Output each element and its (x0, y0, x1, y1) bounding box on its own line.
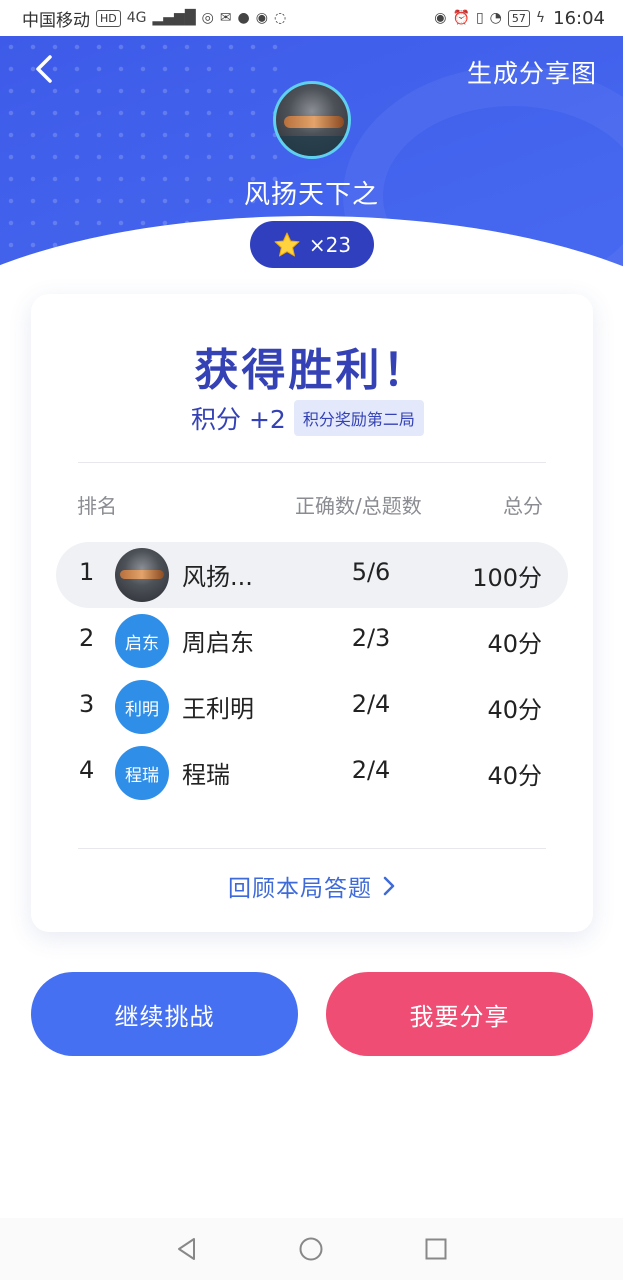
chevron-right-icon (383, 876, 395, 896)
rank-number: 3 (79, 690, 95, 718)
correct-ratio: 2/4 (351, 690, 391, 718)
circle-home-icon (299, 1237, 323, 1261)
column-header-correct-ratio: 正确数/总题数 (295, 494, 422, 518)
hd-icon: HD (96, 9, 121, 27)
correct-ratio: 5/6 (351, 558, 391, 586)
player-avatar: 利明 (115, 680, 169, 734)
total-score: 40分 (487, 696, 542, 724)
share-button[interactable]: 我要分享 (326, 972, 593, 1056)
eye-comfort-icon: ◉ (434, 10, 447, 26)
column-header-total: 总分 (503, 494, 543, 518)
total-score: 40分 (487, 762, 542, 790)
username: 风扬天下之 (243, 180, 379, 210)
nav-back-button[interactable] (174, 1236, 200, 1262)
status-bar: 中国移动 HD 4G ▂▄▆█ ◎ ✉ ● ◉ ◌ ◉ ⏰ ▯ ◔ 57 ϟ 1… (0, 0, 623, 36)
square-recents-icon (425, 1238, 447, 1260)
status-left: 中国移动 HD 4G ▂▄▆█ ◎ ✉ ● ◉ ◌ (22, 6, 286, 31)
player-avatar: 程瑞 (115, 746, 169, 800)
table-row: 2 启东 周启东 2/3 40分 (56, 608, 568, 674)
triangle-back-icon (178, 1238, 195, 1260)
result-title: 获得胜利！ (194, 345, 430, 396)
total-score: 40分 (487, 630, 542, 658)
vibrate-icon: ▯ (475, 10, 484, 26)
chat-icon: ● (237, 10, 250, 26)
app-icon: ◉ (255, 10, 268, 26)
score-reward-tag: 积分奖励第二局 (293, 400, 424, 436)
rank-number: 4 (79, 756, 95, 784)
nav-recents-button[interactable] (423, 1236, 449, 1262)
result-card: 获得胜利！ 积分 +2 积分奖励第二局 排名 正确数/总题数 总分 1 风扬..… (31, 294, 593, 932)
network-label: 4G (126, 10, 147, 26)
score-delta: 积分 +2 (191, 405, 286, 434)
battery-icon: 57 (507, 9, 530, 27)
continue-challenge-button[interactable]: 继续挑战 (31, 972, 298, 1056)
chevron-left-icon (36, 55, 52, 83)
divider-top (78, 462, 546, 463)
player-name: 风扬... (182, 563, 253, 591)
generate-share-image-button[interactable]: 生成分享图 (467, 54, 597, 90)
navigation-bar (0, 1218, 623, 1280)
sync-icon: ◌ (273, 10, 287, 26)
status-right: ◉ ⏰ ▯ ◔ 57 ϟ 16:04 (434, 8, 605, 29)
table-row: 4 程瑞 程瑞 2/4 40分 (56, 740, 568, 806)
player-name: 王利明 (182, 695, 254, 723)
player-avatar (115, 548, 169, 602)
back-button[interactable] (30, 52, 60, 86)
correct-ratio: 2/3 (351, 624, 391, 652)
review-answers-label: 回顾本局答题 (228, 876, 372, 902)
mail-icon: ✉ (219, 10, 232, 26)
app-notification-icon: ◎ (201, 10, 214, 26)
user-avatar (273, 81, 351, 159)
alarm-icon: ⏰ (452, 10, 470, 26)
player-avatar: 启东 (115, 614, 169, 668)
carrier-label: 中国移动 (22, 10, 90, 31)
signal-icon: ▂▄▆█ (152, 10, 196, 26)
star-count-badge: ×23 (250, 221, 374, 268)
score-line: 积分 +2 积分奖励第二局 (191, 400, 424, 436)
column-header-rank: 排名 (77, 494, 117, 518)
nav-home-button[interactable] (298, 1236, 324, 1262)
player-name: 程瑞 (182, 761, 230, 789)
star-count: ×23 (308, 232, 352, 257)
clock: 16:04 (553, 7, 605, 29)
speed-icon: ◔ (489, 10, 502, 26)
player-name: 周启东 (182, 629, 254, 657)
correct-ratio: 2/4 (351, 756, 391, 784)
rank-number: 1 (79, 558, 95, 586)
table-row: 3 利明 王利明 2/4 40分 (56, 674, 568, 740)
table-row: 1 风扬... 5/6 100分 (56, 542, 568, 608)
charging-icon: ϟ (535, 10, 546, 26)
star-icon (274, 232, 300, 256)
divider-bottom (78, 848, 546, 849)
rank-number: 2 (79, 624, 95, 652)
review-answers-link[interactable]: 回顾本局答题 (31, 868, 593, 904)
total-score: 100分 (472, 564, 542, 592)
